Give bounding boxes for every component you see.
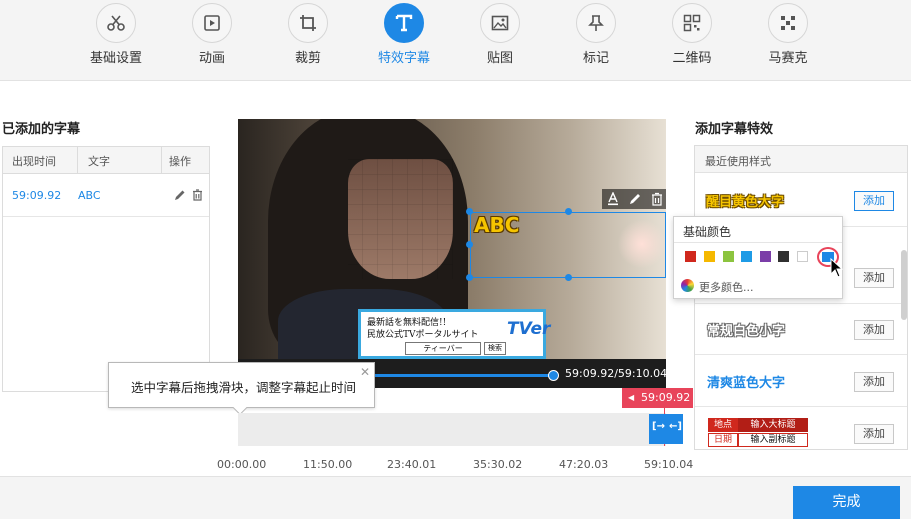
done-button[interactable]: 完成 — [793, 486, 900, 519]
hint-text: 选中字幕后拖拽滑块，调整字幕起止时间 — [131, 380, 357, 395]
color-swatch-purple[interactable] — [760, 251, 771, 262]
tool-qrcode[interactable]: 二维码 — [652, 3, 732, 66]
tool-effect-subtitles[interactable]: 特效字幕 — [364, 3, 444, 66]
crop-icon — [288, 3, 328, 43]
tool-animation[interactable]: 动画 — [172, 3, 252, 66]
style-preview-news: 地点 输入大标题 日期 输入副标题 — [708, 418, 808, 448]
recent-styles-header: 最近使用样式 — [695, 146, 907, 173]
image-icon — [480, 3, 520, 43]
qrcode-icon — [672, 3, 712, 43]
progress-knob[interactable] — [548, 370, 559, 381]
progress-track[interactable] — [366, 374, 554, 377]
tool-label: 特效字幕 — [377, 51, 430, 66]
axis-tick: 00:00.00 — [217, 458, 267, 471]
tool-mosaic[interactable]: 马赛克 — [748, 3, 828, 66]
resize-handle[interactable] — [466, 241, 473, 248]
column-header: 出现时间 — [12, 155, 56, 168]
style-preview-blue: 清爽蓝色大字 — [707, 376, 786, 391]
resize-handle[interactable] — [565, 274, 572, 281]
color-swatch-red[interactable] — [685, 251, 696, 262]
axis-tick: 11:50.00 — [303, 458, 353, 471]
subtitle-time: 59:09.92 — [12, 189, 62, 202]
tool-label: 动画 — [198, 51, 225, 66]
tool-label: 标记 — [582, 51, 609, 66]
range-start-handle[interactable]: [→ — [649, 414, 666, 444]
animation-icon — [192, 3, 232, 43]
axis-tick: 59:10.04 — [644, 458, 694, 471]
toolbar: 基础设置 动画 裁剪 特效字幕 贴图 标记 二维码 马赛克 — [0, 0, 911, 81]
style-preview-white: 常规白色小字 — [707, 324, 786, 339]
color-swatch-white[interactable] — [797, 251, 808, 262]
axis-tick: 35:30.02 — [473, 458, 523, 471]
banner-line2: 民放公式TVポータルサイト — [367, 330, 479, 340]
column-header: 文字 — [88, 155, 110, 168]
add-style-button[interactable]: 添加 — [854, 191, 894, 211]
banner-search-box: ティーバー — [405, 342, 481, 355]
edit-icon[interactable] — [628, 192, 642, 206]
recent-styles-label: 最近使用样式 — [705, 155, 771, 168]
tool-label: 贴图 — [486, 51, 513, 66]
tver-banner: 最新話を無料配信!! 民放公式TVポータルサイト TVer ティーバー 検索 — [358, 309, 550, 359]
subtitle-table: 出现时间 文字 操作 59:09.92 ABC — [2, 146, 210, 392]
range-end-handle[interactable]: ←] — [666, 414, 683, 444]
scrollbar[interactable] — [901, 250, 907, 320]
axis-tick: 47:20.03 — [559, 458, 609, 471]
tool-label: 裁剪 — [294, 51, 321, 66]
tool-label: 二维码 — [672, 51, 712, 66]
font-color-icon[interactable] — [606, 192, 620, 206]
tool-sticker[interactable]: 贴图 — [460, 3, 540, 66]
axis-tick: 23:40.01 — [387, 458, 437, 471]
style-preview-yellow: 醒目黄色大字 — [706, 195, 785, 210]
tool-label: 马赛克 — [768, 51, 808, 66]
add-style-button[interactable]: 添加 — [854, 372, 894, 392]
resize-handle[interactable] — [466, 208, 473, 215]
resize-handle[interactable] — [466, 274, 473, 281]
tver-logo: TVer — [507, 319, 551, 339]
tool-crop[interactable]: 裁剪 — [268, 3, 348, 66]
add-style-button[interactable]: 添加 — [854, 268, 894, 288]
color-swatch-green[interactable] — [723, 251, 734, 262]
tool-label: 基础设置 — [89, 51, 142, 66]
text-icon — [384, 3, 424, 43]
delete-icon[interactable] — [650, 192, 664, 206]
time-marker-value: 59:09.92 — [641, 391, 691, 404]
more-colors-link[interactable]: 更多颜色... — [699, 279, 754, 295]
color-swatch-blue[interactable] — [741, 251, 752, 262]
close-icon[interactable]: ✕ — [360, 365, 370, 379]
time-marker-label: ◀ 59:09.92 — [622, 388, 693, 408]
mosaic-icon — [768, 3, 808, 43]
footer-bar — [0, 476, 911, 519]
popup-header: 基础颜色 — [674, 217, 842, 243]
add-effect-title: 添加字幕特效 — [695, 122, 774, 137]
color-picker-popup: 基础颜色 更多颜色... — [673, 216, 844, 299]
table-row[interactable]: 59:09.92 ABC — [3, 175, 209, 217]
hint-tooltip: 选中字幕后拖拽滑块，调整字幕起止时间 ✕ — [108, 362, 375, 416]
pin-icon — [576, 3, 616, 43]
tool-basic-settings[interactable]: 基础设置 — [76, 3, 156, 66]
cursor-icon — [830, 258, 844, 278]
table-header: 出现时间 文字 操作 — [3, 147, 209, 174]
scissors-icon — [96, 3, 136, 43]
video-preview[interactable]: ABC 最新話を無料配信!! 民放公式TVポータルサイト TVer ティーバー … — [238, 119, 666, 359]
add-style-button[interactable]: 添加 — [854, 424, 894, 444]
banner-search-button: 検索 — [484, 342, 506, 355]
added-subtitles-title: 已添加的字幕 — [2, 122, 81, 137]
edit-icon[interactable] — [174, 189, 186, 201]
caption-text: ABC — [474, 213, 520, 237]
delete-icon[interactable] — [192, 189, 203, 201]
add-style-button[interactable]: 添加 — [854, 320, 894, 340]
color-swatch-black[interactable] — [778, 251, 789, 262]
popup-title: 基础颜色 — [683, 225, 732, 239]
timeline-track[interactable] — [238, 413, 666, 446]
color-swatch-yellow[interactable] — [704, 251, 715, 262]
time-display: 59:09.92/59:10.04 — [565, 367, 668, 380]
subtitle-text: ABC — [78, 189, 101, 202]
more-colors-icon — [681, 279, 694, 292]
column-header: 操作 — [169, 155, 191, 168]
tool-mark[interactable]: 标记 — [556, 3, 636, 66]
resize-handle[interactable] — [565, 208, 572, 215]
